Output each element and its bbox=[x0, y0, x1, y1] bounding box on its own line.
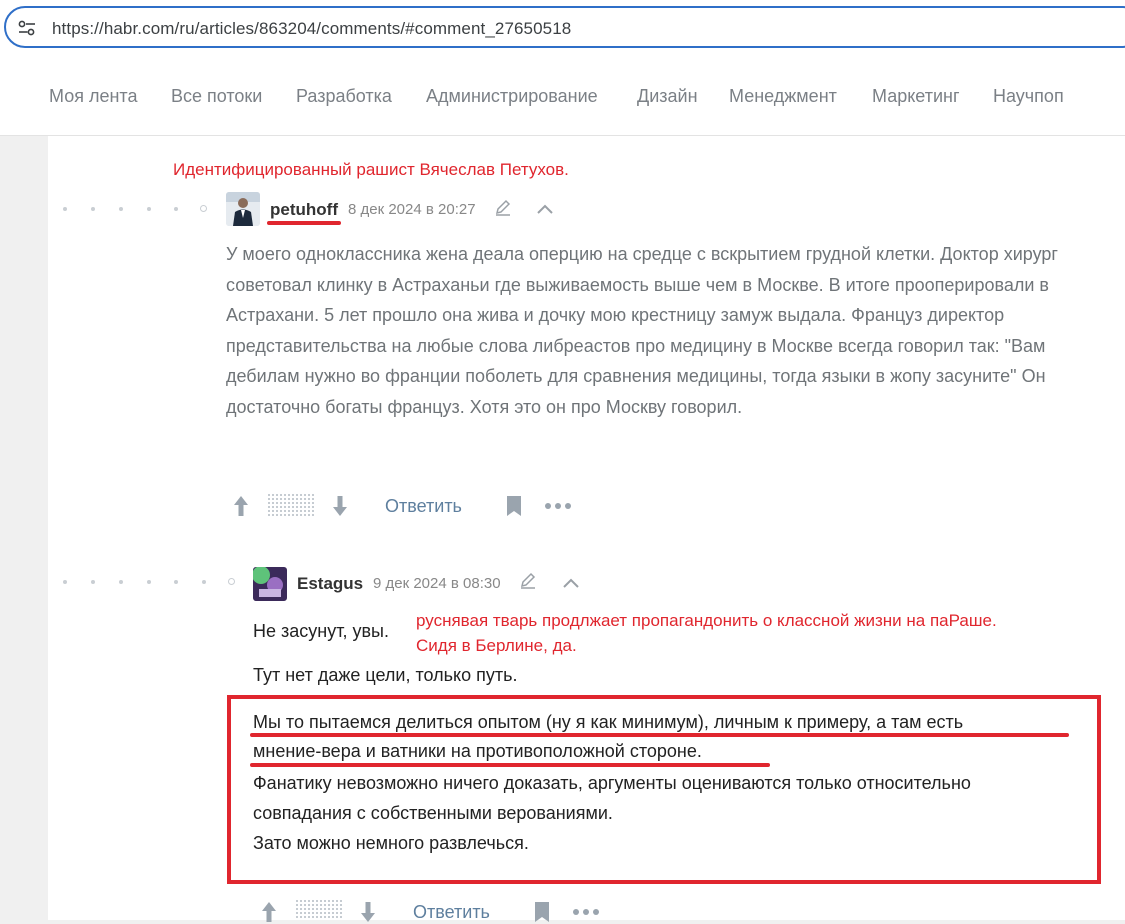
rating-placeholder bbox=[296, 900, 342, 920]
nav-item-all-streams[interactable]: Все потоки bbox=[171, 86, 262, 107]
annotation-underline bbox=[250, 733, 1069, 737]
author-name[interactable]: Estagus bbox=[297, 574, 363, 594]
annotation-underline bbox=[250, 763, 770, 767]
top-navigation: Моя лента Все потоки Разработка Админист… bbox=[0, 58, 1125, 136]
arrow-up-icon[interactable] bbox=[232, 494, 250, 518]
bookmark-icon[interactable] bbox=[505, 495, 523, 517]
url-text: https://habr.com/ru/articles/863204/comm… bbox=[52, 19, 572, 38]
pencil-icon[interactable] bbox=[519, 572, 537, 590]
comment-text-line: совпадания с собственными верованиями. bbox=[253, 803, 613, 823]
nav-item-design[interactable]: Дизайн bbox=[637, 86, 698, 107]
annotation-inline-2: Сидя в Берлине, да. bbox=[416, 636, 577, 655]
address-bar: https://habr.com/ru/articles/863204/comm… bbox=[0, 0, 1125, 58]
comment-text-line: Тут нет даже цели, только путь. bbox=[253, 665, 518, 685]
comment-text-line: мнение-вера и ватники на противоположной… bbox=[253, 741, 702, 761]
more-dots-icon[interactable] bbox=[572, 908, 600, 916]
chevron-up-icon[interactable] bbox=[561, 576, 581, 590]
nav-item-my-feed[interactable]: Моя лента bbox=[49, 86, 137, 107]
annotation-inline-1: руснявая тварь продлжает пропагандонить … bbox=[416, 611, 997, 630]
comment-text-line: Фанатику невозможно ничего доказать, арг… bbox=[253, 773, 971, 793]
annotation-top: Идентифицированный рашист Вячеслав Петух… bbox=[173, 160, 569, 179]
rating-placeholder bbox=[268, 494, 314, 518]
reply-button[interactable]: Ответить bbox=[385, 496, 462, 517]
more-dots-icon[interactable] bbox=[544, 502, 572, 510]
comment-date[interactable]: 9 дек 2024 в 08:30 bbox=[373, 575, 501, 592]
comment-text-line: Зато можно немного развлечься. bbox=[253, 833, 529, 853]
arrow-down-icon[interactable] bbox=[331, 494, 349, 518]
annotation-underline bbox=[267, 221, 341, 225]
nav-item-popsci[interactable]: Научпоп bbox=[993, 86, 1064, 107]
nav-item-development[interactable]: Разработка bbox=[296, 86, 392, 107]
avatar[interactable] bbox=[253, 567, 287, 601]
nav-item-administration[interactable]: Администрирование bbox=[426, 86, 598, 107]
comment-text: У моего одноклассника жена деала оперцию… bbox=[226, 244, 1058, 417]
nav-item-marketing[interactable]: Маркетинг bbox=[872, 86, 960, 107]
tune-icon[interactable] bbox=[18, 20, 36, 36]
arrow-up-icon[interactable] bbox=[260, 900, 278, 924]
avatar[interactable] bbox=[226, 192, 260, 226]
comment-body: У моего одноклассника жена деала оперцию… bbox=[226, 239, 1106, 422]
pencil-icon[interactable] bbox=[494, 199, 512, 217]
comment-text-line: Не засунут, увы. bbox=[253, 621, 389, 641]
chevron-up-icon[interactable] bbox=[535, 202, 555, 216]
author-name[interactable]: petuhoff bbox=[270, 200, 338, 220]
nav-item-management[interactable]: Менеджмент bbox=[729, 86, 837, 107]
url-field[interactable]: https://habr.com/ru/articles/863204/comm… bbox=[4, 6, 1125, 48]
arrow-down-icon[interactable] bbox=[359, 900, 377, 924]
comment-date[interactable]: 8 дек 2024 в 20:27 bbox=[348, 201, 476, 218]
